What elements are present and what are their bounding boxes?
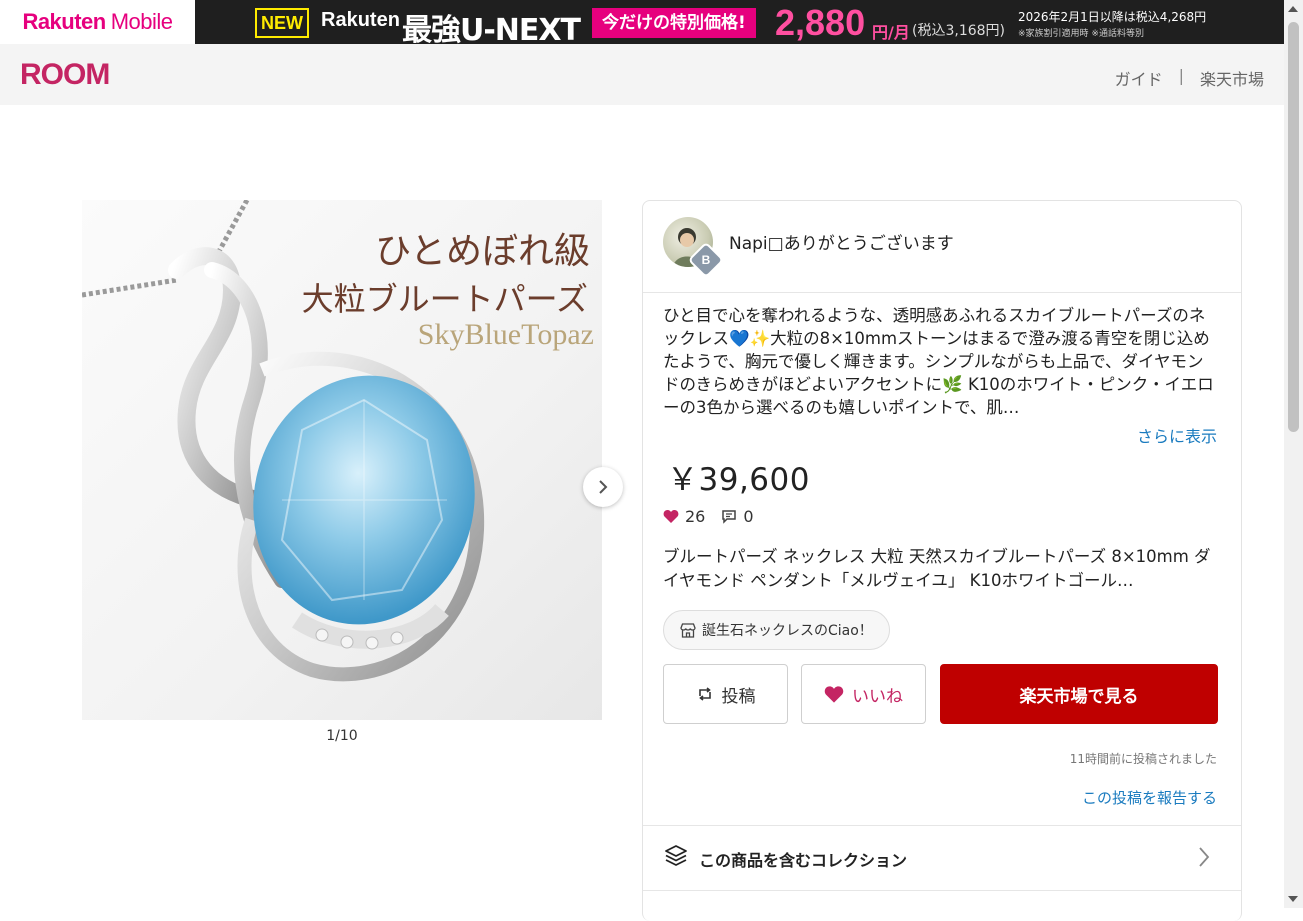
comment-icon [722,510,737,524]
scrollbar[interactable] [1284,0,1303,908]
ad-brand-sub: Mobile [110,9,173,34]
post-button[interactable]: 投稿 [663,664,788,724]
ad-price: 2,880 [775,2,866,43]
scrollbar-thumb[interactable] [1288,22,1299,432]
post-description: ひと目で心を奪われるような、透明感あふれるスカイブルートパーズのネックレス💙✨大… [663,306,1214,416]
rakuten-mobile-logo[interactable]: Rakuten Mobile [0,0,195,44]
ad-rakuten-text: Rakuten [321,9,400,31]
ad-footnote: ※家族割引適用時 ※通話料等別 [1018,29,1144,39]
collection-label: この商品を含むコレクション [699,851,908,870]
heart-icon [824,685,844,703]
site-header: ROOM ガイド | 楽天市場 [0,44,1284,105]
ad-brand: Rakuten [22,9,106,34]
like-count: 26 [685,507,706,526]
ad-banner[interactable]: Rakuten Mobile NEW Rakuten 最強U-NEXT 今だけの特… [0,0,1284,48]
shop-name: 誕生石ネックレスのCiao！ [702,623,873,639]
image-caption-2: 大粒ブルートパーズ [301,280,588,318]
comment-count: 0 [743,507,754,526]
ad-note: 2026年2月1日以降は税込4,268円 [1018,10,1207,24]
like-button[interactable]: いいね [801,664,926,724]
repost-icon [698,687,711,701]
product-image[interactable]: ひとめぼれ級 大粒ブルートパーズ SkyBlueTopaz [82,200,602,720]
next-image-button[interactable] [583,467,623,507]
user-name[interactable]: Napi□ありがとうございます [729,229,954,254]
heart-icon [663,510,679,523]
shop-icon [680,622,696,638]
nav-guide[interactable]: ガイド [1115,66,1163,90]
user-rank-label: B [701,253,711,267]
product-price: ￥39,600 [667,462,810,498]
post-stats: 26 0 [663,507,754,526]
room-logo[interactable]: ROOM [20,58,110,92]
scroll-up-icon[interactable] [1288,6,1298,12]
posted-time: 11時間前に投稿されました [1069,752,1217,766]
chevron-right-icon [1199,847,1210,867]
header-nav: ガイド | 楽天市場 [1115,66,1264,90]
report-link[interactable]: この投稿を報告する [1082,787,1217,808]
post-panel: B Napi□ありがとうございます ひと目で心を奪われるような、透明感あふれるス… [642,200,1242,921]
ad-new-badge: NEW [255,8,309,38]
chevron-right-icon [599,480,608,494]
post-button-label: 投稿 [721,686,756,707]
shop-chip[interactable]: 誕生石ネックレスのCiao！ [663,610,890,650]
image-counter: 1/10 [326,728,358,744]
show-more-link[interactable]: さらに表示 [1137,423,1217,447]
nav-separator: | [1178,66,1184,85]
image-caption-1: ひとめぼれ級 [375,231,590,272]
divider [643,890,1241,891]
ad-unit: 円/月 [872,23,910,42]
image-caption-3: SkyBlueTopaz [417,318,594,351]
view-on-rakuten-button[interactable]: 楽天市場で見る [940,664,1218,724]
view-on-rakuten-label: 楽天市場で見る [1019,686,1139,707]
nav-rakuten-ichiba[interactable]: 楽天市場 [1200,66,1264,90]
layers-icon [665,845,687,866]
divider [643,292,1241,293]
product-name[interactable]: ブルートパーズ ネックレス 大粒 天然スカイブルートパーズ 8×10mm ダイヤ… [663,545,1219,597]
collection-row[interactable]: この商品を含むコレクション [643,826,1241,890]
ad-product: 最強U-NEXT [402,13,581,48]
ad-special-badge: 今だけの特別価格! [592,8,756,38]
like-button-label: いいね [852,686,903,707]
scroll-down-icon[interactable] [1288,896,1298,902]
ad-tax: (税込3,168円) [912,23,1006,39]
